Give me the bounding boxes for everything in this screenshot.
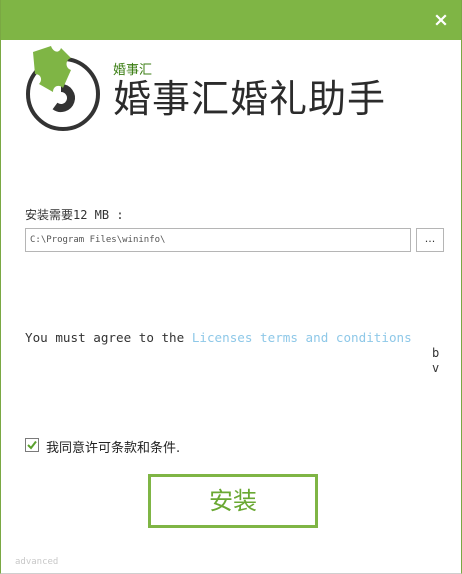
installer-window: 婚事汇 婚事汇婚礼助手 安装需要12 MB : ... You must agr… [0, 0, 462, 574]
puzzle-logo-icon [26, 46, 100, 131]
title-bar[interactable] [1, 0, 461, 40]
install-button[interactable]: 安装 [148, 474, 318, 528]
license-overflow-text: b v [432, 346, 444, 376]
agree-checkbox[interactable] [25, 438, 39, 452]
checkmark-icon [27, 440, 37, 450]
license-overflow-line-2: v [432, 361, 440, 375]
app-title: 婚事汇婚礼助手 [113, 77, 387, 121]
browse-button[interactable]: ... [416, 228, 444, 252]
license-terms-link[interactable]: Licenses terms and conditions [192, 330, 412, 345]
license-overflow-line-1: b [432, 346, 440, 360]
advanced-link[interactable]: advanced [15, 557, 58, 567]
install-path-input[interactable] [25, 228, 411, 252]
license-notice: You must agree to the Licenses terms and… [25, 330, 412, 345]
agree-checkbox-label[interactable]: 我同意许可条款和条件. [46, 437, 180, 456]
license-notice-prefix: You must agree to the [25, 330, 192, 345]
close-icon[interactable] [433, 12, 449, 28]
install-size-label: 安装需要12 MB : [25, 208, 124, 222]
